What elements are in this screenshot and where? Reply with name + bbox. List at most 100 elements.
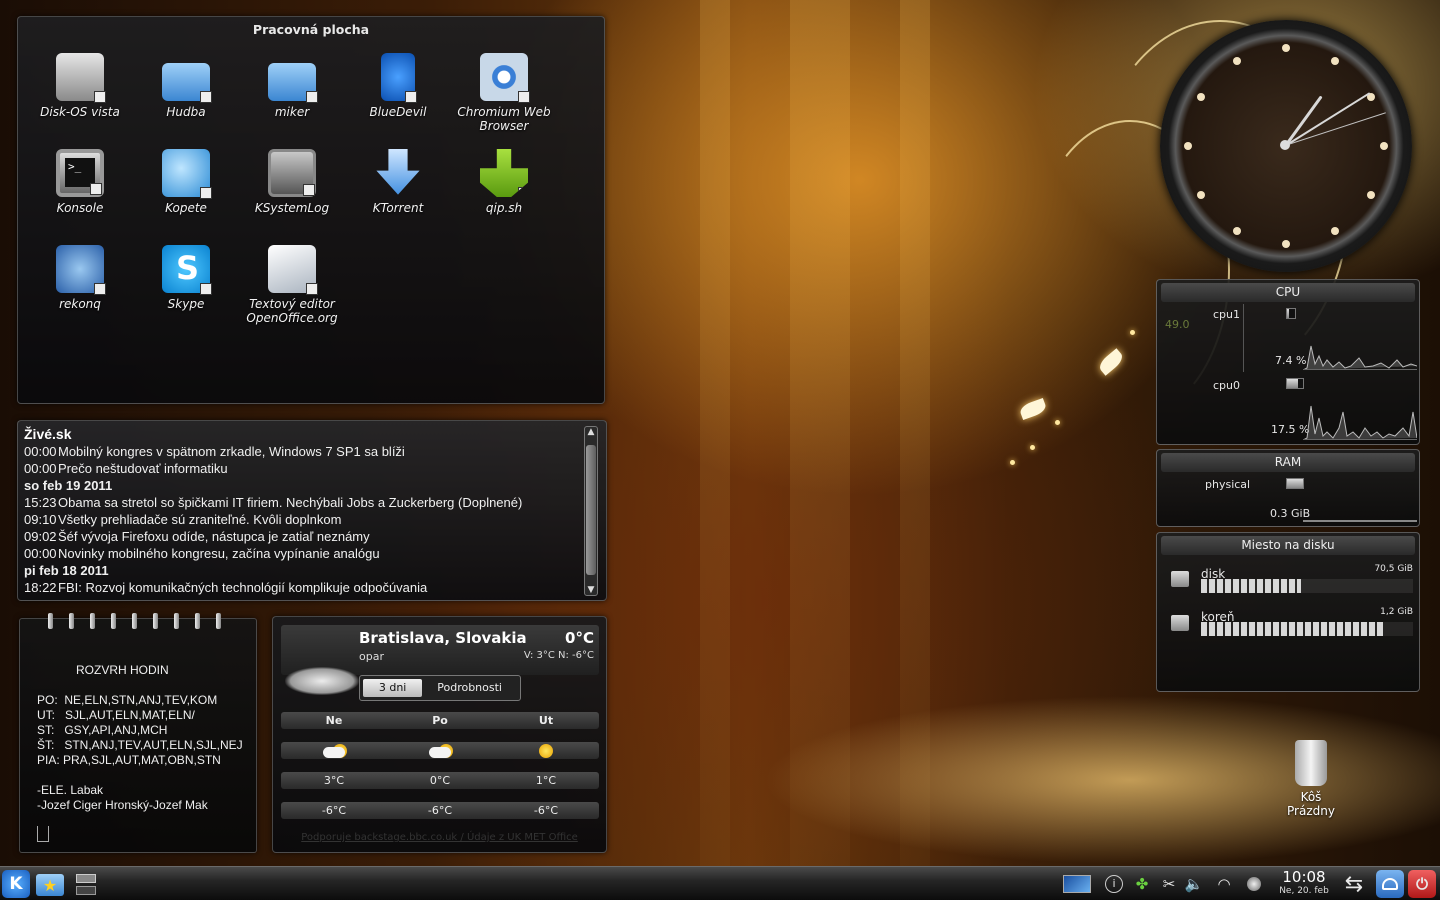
scissors-icon[interactable]: ✂ — [1155, 870, 1183, 898]
weather-city: Bratislava, Slovakia — [359, 629, 527, 647]
notebook-ring — [48, 613, 53, 629]
cpu0-history-graph — [1303, 405, 1417, 440]
ram-monitor-widget: RAM physical 0.3 GiB — [1156, 449, 1420, 527]
clock-hour-marker — [1380, 142, 1388, 150]
scroll-up-arrow-icon[interactable]: ▲ — [585, 427, 597, 437]
news-item[interactable]: 00:00Novinky mobilného kongresu, začína … — [24, 546, 580, 561]
wallpaper-sparkle — [1010, 460, 1015, 465]
news-scrollbar[interactable]: ▲ ▼ — [584, 426, 598, 596]
desktop-icon[interactable]: Disk-OS vista — [27, 53, 133, 119]
news-item[interactable]: 09:02Šéf vývoja Firefoxu odíde, nástupca… — [24, 529, 580, 544]
forecast-high: 1°C — [535, 774, 557, 787]
news-item-headline[interactable]: Obama sa stretol so špičkami IT firiem. … — [58, 495, 522, 510]
desktop-icon-label: rekonq — [59, 297, 101, 311]
clock-hour-marker — [1331, 226, 1339, 235]
news-item-time: 00:00 — [24, 444, 57, 459]
desktop-icon[interactable]: Chromium Web Browser — [451, 53, 557, 133]
notebook-ring — [111, 613, 116, 629]
cpu1-load-bar — [1286, 308, 1296, 319]
news-feed-title[interactable]: Živé.sk — [24, 426, 71, 442]
pager-icon[interactable] — [72, 870, 100, 898]
wallpaper-streak — [900, 0, 930, 870]
cpu-peak-value: 49.0 — [1165, 318, 1190, 331]
clover-icon[interactable]: ✤ — [1128, 870, 1156, 898]
news-feed-widget: Živé.sk 00:00Mobilný kongres v spätnom z… — [17, 420, 607, 601]
desktop-icon[interactable]: Textový editor OpenOffice.org — [239, 245, 345, 325]
trash-desktop-icon[interactable]: Kôš Prázdny — [1276, 740, 1346, 818]
disk-space-widget: Miesto na disku disk 70,5 GiB koreň 1,2 … — [1156, 532, 1420, 692]
news-item[interactable]: 15:23Obama sa stretol so špičkami IT fir… — [24, 495, 580, 510]
desktop-icon[interactable]: KTorrent — [345, 149, 451, 215]
forecast-high: 0°C — [429, 774, 451, 787]
news-item[interactable]: 00:00Mobilný kongres v spätnom zrkadle, … — [24, 444, 580, 459]
volume-icon[interactable]: 🔈 — [1180, 870, 1208, 898]
forecast-low: -6°C — [427, 804, 453, 817]
news-item-time: 18:22 — [24, 580, 57, 595]
news-item-headline[interactable]: Novinky mobilného kongresu, začína vypín… — [58, 546, 380, 561]
desktop-icon-label: KTorrent — [372, 201, 424, 215]
news-item[interactable]: 00:00Prečo neštudovať informatiku — [24, 461, 580, 476]
skype-icon — [162, 245, 212, 295]
weather-hi-lo: V: 3°C N: -6°C — [523, 650, 594, 661]
desktop-icon[interactable]: miker — [239, 53, 345, 119]
news-item-time: 15:23 — [24, 495, 57, 510]
cpu1-history-graph — [1303, 345, 1417, 370]
news-item-time: 00:00 — [24, 546, 57, 561]
taskbar-panel: K ★ i ✤ ✂ 🔈 ◠ 10:08 Ne, 20. feb ⇆ ⏻ — [0, 866, 1440, 900]
wallpaper-streak — [700, 0, 730, 870]
desktop-icon[interactable]: Hudba — [133, 53, 239, 119]
news-item-headline[interactable]: Prečo neštudovať informatiku — [58, 461, 228, 476]
ram-value: 0.3 GiB — [1270, 507, 1311, 520]
network-status-icon[interactable] — [1240, 870, 1268, 898]
analog-clock-widget[interactable] — [1160, 20, 1412, 272]
info-icon[interactable]: i — [1100, 870, 1128, 898]
lock-screen-button[interactable] — [1376, 870, 1404, 898]
digital-clock[interactable]: 10:08 Ne, 20. feb — [1272, 868, 1336, 896]
tab-details[interactable]: Podrobnosti — [422, 679, 517, 697]
shutdown-button[interactable]: ⏻ — [1408, 870, 1436, 898]
news-item-headline[interactable]: Mobilný kongres v spätnom zrkadle, Windo… — [58, 444, 405, 459]
news-item-headline[interactable]: FBI: Rozvoj komunikačných technológií ko… — [58, 580, 427, 595]
scrollbar-thumb[interactable] — [586, 445, 596, 575]
desktop-icon[interactable]: Konsole — [27, 149, 133, 215]
weather-source-link[interactable]: Podporuje backstage.bbc.co.uk / Údaje z … — [273, 832, 606, 843]
desktop-icon[interactable]: BlueDevil — [345, 53, 451, 119]
notebook-ring — [216, 613, 221, 629]
news-item[interactable]: 09:10Všetky prehliadače sú zraniteľné. K… — [24, 512, 580, 527]
desktop-icon[interactable]: rekonq — [27, 245, 133, 311]
desktop-icon-label: KSystemLog — [254, 201, 330, 215]
notes-widget[interactable]: ROZVRH HODIN PO: NE,ELN,STN,ANJ,TEV,KOM UT… — [19, 613, 257, 853]
note-edit-icon[interactable] — [37, 826, 49, 842]
desktop-icon[interactable]: Skype — [133, 245, 239, 311]
desktop-icon[interactable]: KSystemLog — [239, 149, 345, 215]
tab-3-days[interactable]: 3 dni — [363, 679, 423, 697]
minute-hand — [1284, 92, 1371, 147]
note-line: ST: GSY,API,ANJ,MCH — [37, 723, 168, 737]
desktop-icon-label: Skype — [167, 297, 205, 311]
log-viewer-icon — [268, 149, 316, 197]
clock-date: Ne, 20. feb — [1279, 886, 1329, 896]
news-item[interactable]: 18:22FBI: Rozvoj komunikačných technológ… — [24, 580, 580, 595]
clock-center-pin — [1280, 140, 1290, 150]
desktop-icon[interactable]: qip.sh — [451, 149, 557, 215]
desktop-icon-label: Textový editor OpenOffice.org — [246, 297, 338, 325]
scroll-down-arrow-icon[interactable]: ▼ — [585, 585, 597, 595]
folder-launcher-icon[interactable]: ★ — [36, 874, 64, 896]
folder-icon — [162, 63, 212, 103]
show-desktop-icon[interactable] — [1062, 870, 1092, 898]
forecast-day: Po — [432, 714, 448, 727]
news-item-headline[interactable]: Šéf vývoja Firefoxu odíde, nástupca je z… — [58, 529, 370, 544]
desktop-icon[interactable]: Kopete — [133, 149, 239, 215]
wallpaper-streak — [790, 0, 850, 870]
hard-drive-icon — [1171, 571, 1189, 587]
trash-icon — [1295, 740, 1327, 786]
wifi-icon[interactable]: ◠ — [1210, 870, 1238, 898]
usb-device-icon[interactable]: ⇆ — [1340, 870, 1368, 898]
hard-drive-icon — [1171, 615, 1189, 631]
kde-menu-button[interactable]: K — [2, 870, 30, 898]
forecast-day: Ne — [325, 714, 343, 727]
disk-space-title: Miesto na disku — [1161, 536, 1415, 555]
weather-widget: Bratislava, Slovakia 0°C opar V: 3°C N: … — [272, 616, 607, 853]
clock-hour-marker — [1331, 57, 1339, 66]
news-item-headline[interactable]: Všetky prehliadače sú zraniteľné. Kvôli … — [58, 512, 341, 527]
